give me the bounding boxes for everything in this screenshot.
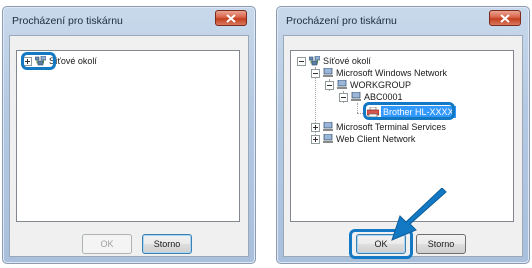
- computer-icon: [323, 134, 333, 143]
- computer-icon: [351, 92, 361, 101]
- tree-item-brother-printer[interactable]: Brother HL-XXXX: [367, 106, 456, 118]
- dialog-title: Procházení pro tiskárnu: [12, 15, 123, 27]
- collapse-minus-icon[interactable]: [339, 92, 348, 102]
- tree-item-label: Síťové okolí: [49, 56, 97, 66]
- cancel-button[interactable]: Storno: [416, 234, 466, 254]
- computer-icon: [337, 80, 347, 89]
- collapse-minus-icon[interactable]: [325, 80, 334, 90]
- close-button[interactable]: [215, 10, 247, 26]
- ok-button[interactable]: OK: [82, 234, 132, 254]
- printer-tree-view[interactable]: Síťové okolí Microsoft Windows Network W…: [290, 50, 514, 222]
- tree-item-label: Brother HL-XXXX: [381, 106, 456, 118]
- tree-item-network-neighborhood[interactable]: Síťové okolí: [297, 55, 371, 67]
- ok-button[interactable]: OK: [356, 234, 406, 254]
- collapse-minus-icon[interactable]: [297, 56, 306, 66]
- tree-item-abc0001[interactable]: ABC0001: [339, 91, 403, 103]
- tree-item-web-client-network[interactable]: Web Client Network: [311, 133, 415, 145]
- tree-item-label: Web Client Network: [336, 134, 416, 144]
- tree-item-label: Microsoft Terminal Services: [336, 122, 446, 132]
- tree-item-microsoft-terminal-services[interactable]: Microsoft Terminal Services: [311, 121, 446, 133]
- printer-tree-view[interactable]: Síťové okolí: [16, 50, 240, 222]
- expand-plus-icon[interactable]: [311, 122, 320, 132]
- browse-printer-dialog-collapsed: Procházení pro tiskárnu Síťové okolí OK …: [2, 6, 256, 264]
- expand-plus-icon[interactable]: [311, 134, 320, 144]
- tree-item-network-neighborhood[interactable]: Síťové okolí: [23, 55, 97, 67]
- title-bar: Procházení pro tiskárnu: [3, 7, 255, 35]
- dialog-title: Procházení pro tiskárnu: [286, 15, 397, 27]
- close-icon: [500, 13, 510, 23]
- close-icon: [226, 13, 236, 23]
- tree-item-label: Síťové okolí: [323, 56, 371, 66]
- tree-item-label: WORKGROUP: [350, 80, 412, 90]
- tree-item-label: Microsoft Windows Network: [336, 68, 448, 78]
- computer-icon: [323, 122, 333, 131]
- tree-connector: [357, 103, 358, 113]
- tree-item-microsoft-windows-network[interactable]: Microsoft Windows Network: [311, 67, 447, 79]
- collapse-minus-icon[interactable]: [311, 68, 320, 78]
- expand-plus-icon[interactable]: [23, 56, 32, 66]
- dialog-client-area: Síťové okolí OK Storno: [9, 35, 249, 257]
- printer-icon: [367, 107, 379, 117]
- tree-item-workgroup[interactable]: WORKGROUP: [325, 79, 411, 91]
- dialog-client-area: Síťové okolí Microsoft Windows Network W…: [283, 35, 523, 259]
- tree-connector: [357, 113, 365, 114]
- close-button[interactable]: [489, 10, 521, 26]
- network-neighborhood-icon: [35, 56, 46, 66]
- title-bar: Procházení pro tiskárnu: [277, 7, 529, 35]
- cancel-button[interactable]: Storno: [142, 234, 192, 254]
- browse-printer-dialog-expanded: Procházení pro tiskárnu Síťové okolí Mic…: [276, 6, 530, 264]
- computer-icon: [323, 68, 333, 77]
- tree-item-label: ABC0001: [364, 92, 403, 102]
- network-neighborhood-icon: [309, 56, 320, 66]
